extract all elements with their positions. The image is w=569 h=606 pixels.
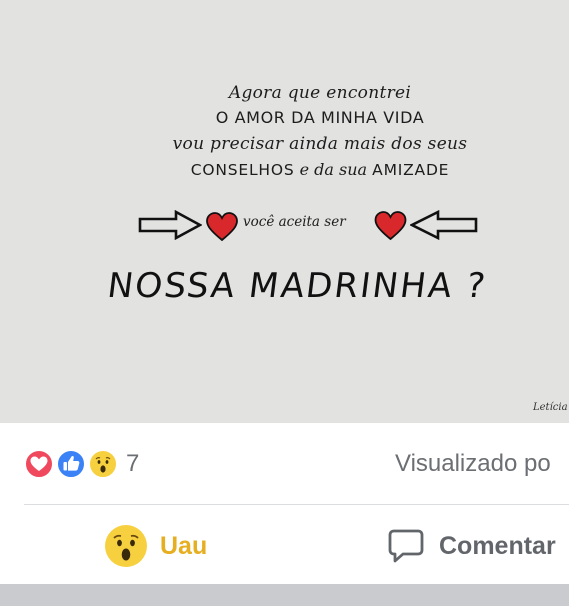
invite-text: você aceita ser	[243, 214, 346, 230]
thumbs-up-icon	[56, 449, 86, 479]
image-word-e-da-sua: e da sua	[299, 160, 368, 179]
image-line-2: O AMOR DA MINHA VIDA	[215, 108, 425, 127]
right-heart-icon	[374, 211, 407, 241]
seen-by-label[interactable]: Visualizado po	[395, 450, 551, 478]
comment-icon[interactable]	[387, 527, 425, 565]
post-image[interactable]: Agora que encontrei O AMOR DA MINHA VIDA…	[0, 0, 569, 423]
wow-reaction-icon[interactable]	[105, 525, 147, 567]
image-title: NOSSA MADRINHA ?	[106, 266, 489, 306]
divider	[24, 504, 569, 505]
right-arrow-icon	[138, 210, 202, 240]
image-line-1: Agora que encontrei	[228, 83, 412, 103]
wow-face-icon	[88, 449, 118, 479]
image-signature: Letícia	[533, 402, 568, 413]
comment-button[interactable]: Comentar	[439, 532, 556, 561]
left-heart-icon	[206, 212, 238, 242]
image-word-conselhos: CONSELHOS	[190, 161, 295, 179]
left-arrow-icon	[410, 210, 478, 240]
wow-reaction-button[interactable]: Uau	[160, 532, 207, 561]
feed-separator	[0, 584, 569, 606]
reaction-count[interactable]: 7	[126, 450, 139, 478]
image-line-4: CONSELHOS e da sua AMIZADE	[0, 160, 569, 179]
image-line-3: vou precisar ainda mais dos seus	[172, 134, 468, 154]
heart-icon	[24, 449, 54, 479]
image-word-amizade: AMIZADE	[372, 161, 450, 179]
